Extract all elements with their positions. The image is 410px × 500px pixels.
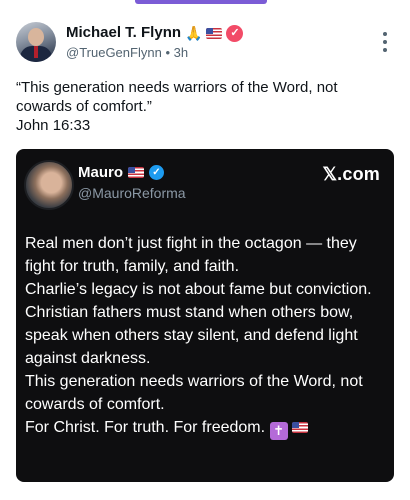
quote-paragraph: Christian fathers must stand when others… [25,304,358,367]
dot-1 [383,32,387,36]
quote-paragraph: This generation needs warriors of the Wo… [25,373,363,413]
us-flag-icon [128,167,144,178]
post-text: “This generation needs warriors of the W… [16,78,394,135]
quote-author-avatar[interactable] [24,160,74,210]
post-text-line: John 16:33 [16,117,91,134]
author-meta: @TrueGenFlynn • 3h [66,45,243,61]
praying-hands-emoji: 🙏 [185,25,203,41]
quote-final-line: For Christ. For truth. For freedom. ✝ [25,416,387,440]
post-text-line: “This generation needs warriors of the W… [16,79,338,115]
quote-author-name[interactable]: Mauro [78,164,123,181]
us-flag-icon [291,422,308,434]
x-com-source-label: 𝕏.com [322,164,380,184]
latin-cross-icon: ✝ [269,421,288,440]
avatar-tie [34,46,38,58]
post-time[interactable]: 3h [174,45,188,60]
author-block: Michael T. Flynn 🙏 ✓ @TrueGenFlynn • 3h [66,24,244,61]
verified-badge-icon: ✓ [226,24,244,42]
dot-2 [383,40,387,44]
quote-author-name-row: Mauro ✓ [78,164,164,181]
quote-paragraph: For Christ. For truth. For freedom. [25,419,266,436]
active-tab-indicator [135,0,267,4]
quoted-post-card[interactable]: Mauro ✓ @MauroReforma 𝕏.com Real men don… [16,149,394,482]
author-avatar[interactable] [16,22,56,62]
quote-author-handle[interactable]: @MauroReforma [78,185,186,201]
avatar-face [28,28,44,46]
more-vertical-icon[interactable] [382,32,388,52]
author-name[interactable]: Michael T. Flynn [66,24,181,42]
us-flag-icon [206,27,223,39]
author-handle[interactable]: @TrueGenFlynn [66,45,162,60]
quote-paragraph: Charlie’s legacy is not about fame but c… [25,281,372,298]
dot-3 [383,48,387,52]
post-header: Michael T. Flynn 🙏 ✓ @TrueGenFlynn • 3h [16,22,394,66]
quote-text: Real men don’t just fight in the octagon… [25,232,387,440]
meta-separator: • [165,45,170,60]
verified-badge-icon: ✓ [149,165,164,180]
author-name-row: Michael T. Flynn 🙏 ✓ [66,24,244,42]
quote-paragraph: Real men don’t just fight in the octagon… [25,235,357,275]
